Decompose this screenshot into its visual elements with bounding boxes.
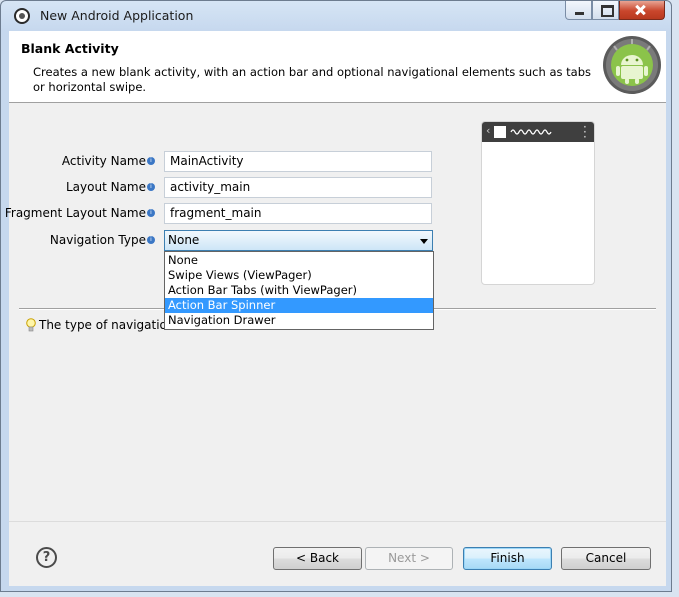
- hint-message: The type of navigation t: [26, 318, 183, 332]
- maximize-button[interactable]: [592, 1, 619, 20]
- finish-button[interactable]: Finish: [463, 547, 552, 570]
- help-icon[interactable]: ?: [36, 547, 57, 568]
- navigation-type-dropdown: None Swipe Views (ViewPager) Action Bar …: [164, 251, 434, 330]
- button-bar: ? < Back Next > Finish Cancel: [9, 521, 666, 586]
- window-title: New Android Application: [40, 8, 194, 23]
- wizard-content: Activity Name i MainActivity Layout Name i…: [5, 103, 666, 521]
- layout-preview: ‹ · · ·: [481, 121, 595, 285]
- info-icon: i: [147, 236, 155, 244]
- hint-text: The type of navigation t: [39, 318, 184, 332]
- info-icon: i: [147, 157, 155, 165]
- close-button[interactable]: [619, 1, 665, 20]
- overflow-menu-icon: · · ·: [583, 121, 587, 144]
- layout-name-field[interactable]: activity_main: [164, 177, 432, 198]
- navigation-type-select[interactable]: None: [164, 230, 433, 251]
- layout-name-label: Layout Name i: [66, 180, 155, 194]
- window-controls: [565, 1, 665, 20]
- next-button[interactable]: Next >: [365, 547, 453, 570]
- android-logo-icon: [603, 36, 661, 94]
- minimize-button[interactable]: [565, 1, 592, 20]
- fragment-layout-name-label: Fragment Layout Name i: [5, 206, 155, 220]
- cancel-button[interactable]: Cancel: [561, 547, 651, 570]
- eclipse-app-icon: [14, 8, 30, 24]
- dropdown-option-none[interactable]: None: [165, 253, 433, 268]
- dialog-window: New Android Application Blank Activity C…: [0, 0, 672, 592]
- title-bar[interactable]: New Android Application: [1, 1, 671, 31]
- info-icon: i: [147, 209, 155, 217]
- title-squiggle-icon: [510, 129, 552, 135]
- dropdown-option-action-bar-tabs[interactable]: Action Bar Tabs (with ViewPager): [165, 283, 433, 298]
- fragment-layout-name-field[interactable]: fragment_main: [164, 203, 432, 224]
- activity-name-label: Activity Name i: [62, 154, 155, 168]
- lightbulb-icon: [26, 318, 36, 332]
- chevron-down-icon[interactable]: [420, 239, 428, 244]
- banner-title: Blank Activity: [21, 41, 119, 56]
- dropdown-option-navigation-drawer[interactable]: Navigation Drawer: [165, 313, 433, 328]
- preview-action-bar: ‹ · · ·: [482, 121, 594, 144]
- wizard-banner: Blank Activity Creates a new blank activ…: [9, 31, 666, 103]
- info-icon: i: [147, 183, 155, 191]
- back-caret-icon: ‹: [486, 124, 491, 137]
- back-button[interactable]: < Back: [273, 547, 362, 570]
- navigation-type-value: None: [168, 233, 200, 247]
- navigation-type-label: Navigation Type i: [50, 233, 155, 247]
- dropdown-option-action-bar-spinner[interactable]: Action Bar Spinner: [165, 298, 433, 313]
- activity-name-field[interactable]: MainActivity: [164, 151, 432, 172]
- dropdown-option-swipe-views[interactable]: Swipe Views (ViewPager): [165, 268, 433, 283]
- banner-description: Creates a new blank activity, with an ac…: [33, 65, 591, 94]
- app-icon-placeholder: [494, 126, 506, 138]
